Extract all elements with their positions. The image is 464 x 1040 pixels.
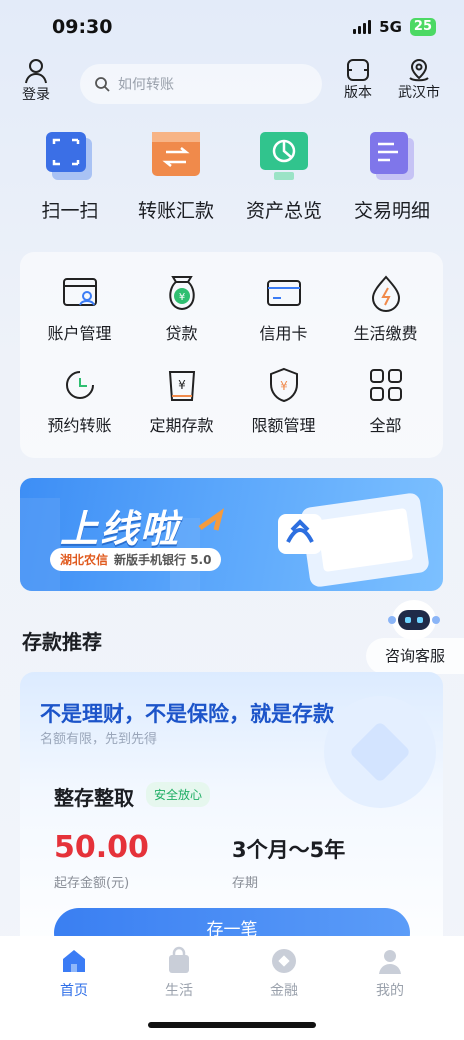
grid-label: 限额管理 [251,416,316,435]
grid-item-account[interactable]: 账户管理 [27,274,132,344]
card-decoration [324,696,436,808]
limit-icon: ¥ [269,367,298,403]
grid-label: 预约转账 [47,416,112,435]
feature-label: 扫一扫 [41,200,99,222]
section-title: 存款推荐 [22,630,102,654]
feature-label: 转账汇款 [137,200,214,222]
feature-scan[interactable]: 扫一扫 [18,130,122,223]
svg-text:¥: ¥ [178,378,186,392]
shopping-bag-icon [169,946,189,973]
search-icon [95,77,110,92]
grid-item-all[interactable]: 全部 [333,366,438,436]
tab-label: 金融 [270,983,298,999]
account-icon [62,278,97,306]
grid-item-loan[interactable]: ¥ 贷款 [129,274,234,344]
user-icon [25,59,47,84]
transactions-icon [370,132,414,180]
deposit-headline: 不是理财，不是保险，就是存款 [40,702,334,726]
services-grid: 账户管理 ¥ 贷款 信用卡 生活缴费 预约转账 ¥ 定期存款 ¥ 限额管理 全部 [20,252,443,458]
grid-label: 信用卡 [259,324,308,343]
search-placeholder: 如何转账 [118,77,174,93]
network-label: 5G [379,18,402,36]
tab-life[interactable]: 生活 [121,946,237,1000]
version-icon [347,59,369,81]
grid-label: 生活缴费 [353,324,418,343]
loan-icon: ¥ [168,276,195,311]
grid-item-utility[interactable]: 生活缴费 [333,274,438,344]
grid-item-scheduled-transfer[interactable]: 预约转账 [27,366,132,436]
location-label: 武汉市 [398,85,440,101]
fixed-deposit-icon: ¥ [168,371,195,401]
login-label: 登录 [22,87,50,103]
deposit-term: 3个月～5年 [232,838,346,862]
svg-text:¥: ¥ [178,292,184,303]
grid-item-credit-card[interactable]: 信用卡 [231,274,336,344]
grid-label: 定期存款 [149,416,214,435]
all-icon [369,369,402,401]
feature-label: 资产总览 [245,200,322,222]
customer-service-button[interactable]: 咨询客服 [366,598,464,680]
grid-label: 全部 [369,416,402,435]
scan-icon [46,132,92,180]
credit-card-icon [266,280,301,306]
tab-finance[interactable]: 金融 [226,946,342,1000]
login-button[interactable]: 登录 [22,58,50,104]
banner-version: 新版手机银行 5.0 [114,553,212,567]
battery-icon: 25 [409,18,436,36]
feature-transactions[interactable]: 交易明细 [340,130,444,223]
finance-icon [272,949,296,973]
status-time: 09:30 [52,16,113,38]
tab-label: 首页 [60,983,88,999]
feature-label: 交易明细 [353,200,430,222]
grid-item-fixed-deposit[interactable]: ¥ 定期存款 [129,366,234,436]
product-name: 整存整取 [54,786,134,810]
location-icon [409,58,429,82]
home-icon [63,950,85,972]
home-indicator [148,1022,316,1028]
grid-item-limit[interactable]: ¥ 限额管理 [231,366,336,436]
svg-text:¥: ¥ [280,379,288,393]
deposit-subline: 名额有限，先到先得 [40,732,158,747]
status-bar-right: 5G 25 [353,18,436,36]
tab-label: 我的 [376,983,404,999]
banner-subtitle: 湖北农信 新版手机银行 5.0 [50,548,222,571]
location-button[interactable]: 武汉市 [398,58,440,102]
version-button[interactable]: 版本 [344,58,372,102]
tab-mine[interactable]: 我的 [332,946,448,1000]
search-input[interactable]: 如何转账 [80,64,322,104]
grid-label: 贷款 [165,324,198,343]
banner-bank: 湖北农信 [60,553,109,567]
scheduled-transfer-icon [65,371,94,399]
signal-icon [353,20,372,34]
feature-transfer[interactable]: 转账汇款 [124,130,228,223]
transfer-icon [152,132,200,176]
profile-icon [379,950,401,974]
customer-service-label: 咨询客服 [366,638,464,674]
assets-icon [260,132,308,180]
feature-assets[interactable]: 资产总览 [232,130,336,223]
tab-home[interactable]: 首页 [16,946,132,1000]
deposit-card[interactable]: 不是理财，不是保险，就是存款 名额有限，先到先得 整存整取 安全放心 50.00… [20,672,443,972]
version-label: 版本 [344,85,372,101]
min-amount-label: 起存金额(元) [54,876,130,891]
grid-label: 账户管理 [47,324,112,343]
min-amount: 50.00 [54,830,149,865]
promo-banner[interactable]: 上线啦 湖北农信 新版手机银行 5.0 [20,478,443,591]
product-tag: 安全放心 [146,782,211,807]
deposit-term-label: 存期 [232,876,259,891]
tab-label: 生活 [165,983,193,999]
utility-icon [371,275,400,312]
banner-title: 上线啦 [60,507,181,551]
